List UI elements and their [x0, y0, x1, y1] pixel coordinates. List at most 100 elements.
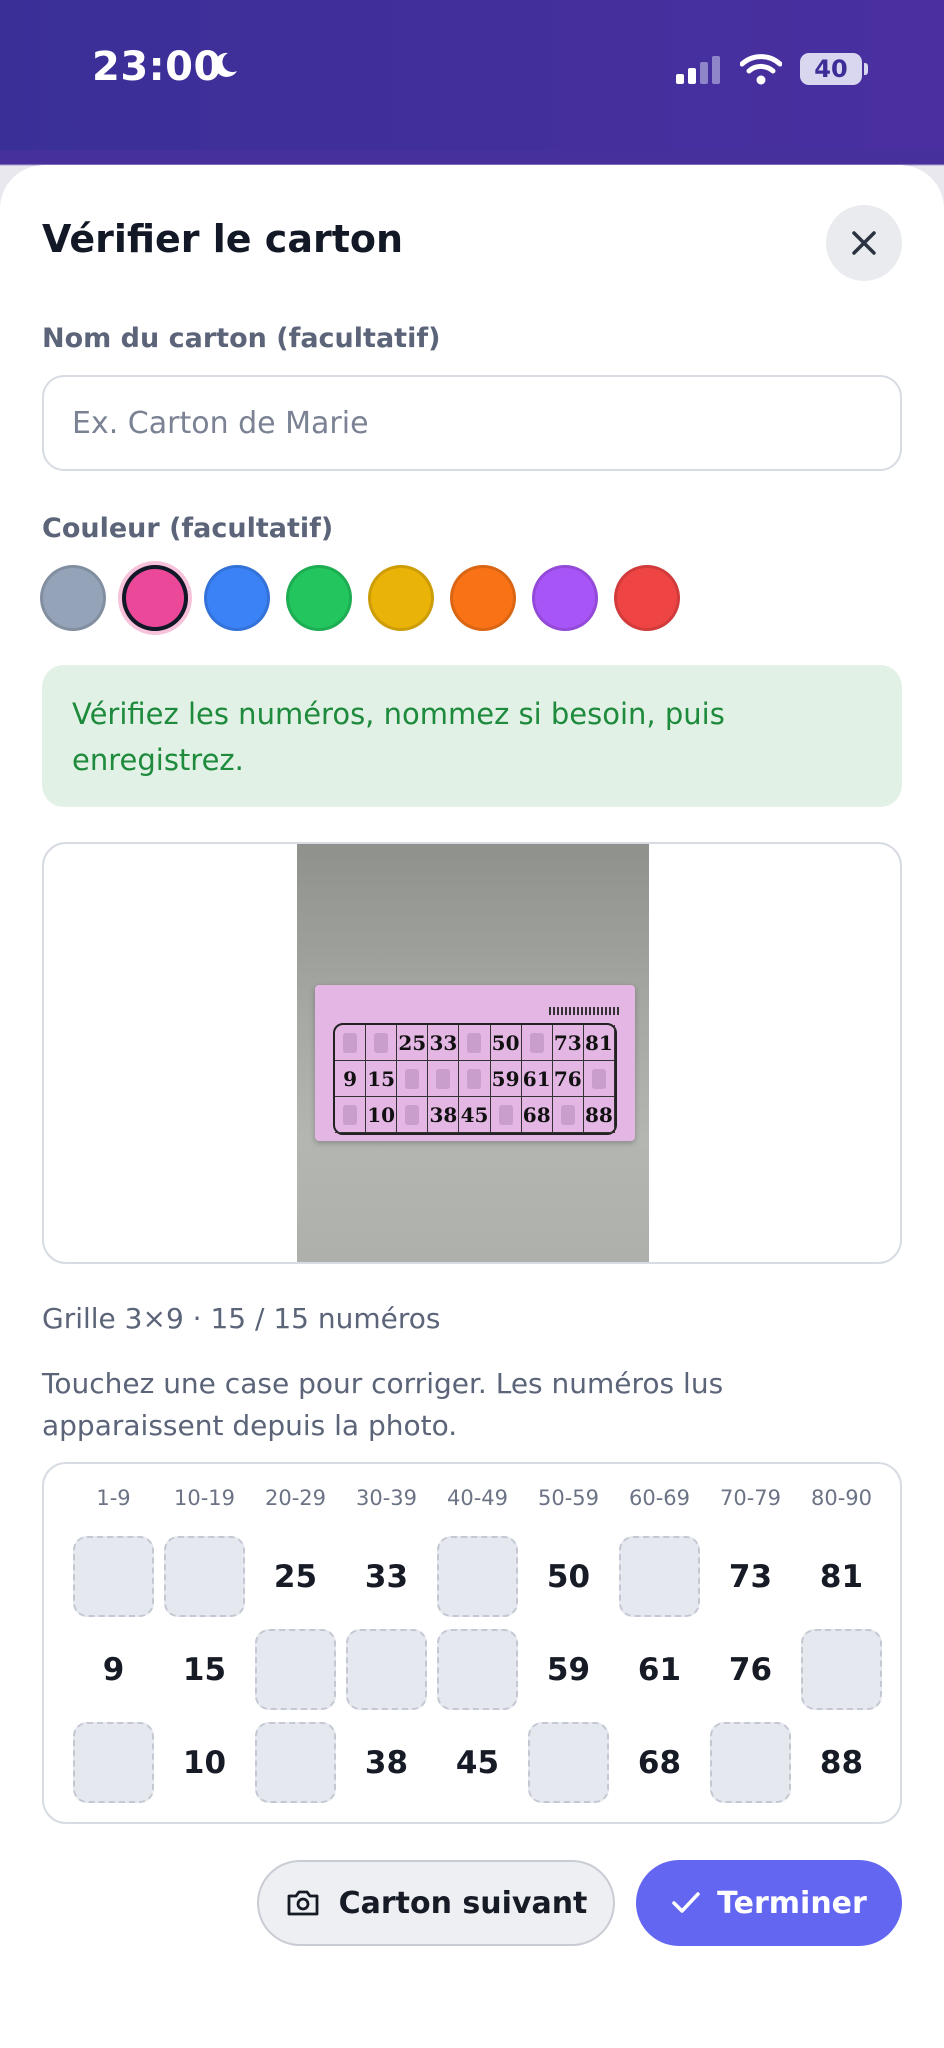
- number-cell[interactable]: 38: [341, 1716, 432, 1809]
- empty-cell[interactable]: [250, 1716, 341, 1809]
- empty-cell-placeholder: [710, 1722, 791, 1803]
- empty-cell-placeholder: [73, 1536, 154, 1617]
- close-button[interactable]: [826, 205, 902, 281]
- number-cell[interactable]: 73: [705, 1530, 796, 1623]
- empty-cell-placeholder: [528, 1722, 609, 1803]
- empty-cell[interactable]: [250, 1623, 341, 1716]
- empty-cell-placeholder: [255, 1629, 336, 1710]
- card-photo-frame: 25 33 50 73 81 9 15 59 61 76 10 38 45 68 88: [42, 842, 902, 1264]
- column-header: 1-9: [96, 1486, 131, 1510]
- photo-card-cell: [335, 1097, 367, 1133]
- photo-card-cell: [490, 1097, 522, 1133]
- photo-card-cell: 88: [583, 1097, 615, 1133]
- battery-icon: [864, 63, 868, 75]
- empty-cell-placeholder: [73, 1722, 154, 1803]
- grid-cells: 25 33 50 73 81 9 15 59 61 76 10 38 45 68 88: [68, 1530, 887, 1809]
- hint-banner: Vérifiez les numéros, nommez si besoin, …: [42, 665, 902, 807]
- photo-card-cell: [397, 1097, 429, 1133]
- next-card-label: Carton suivant: [338, 1885, 588, 1921]
- photo-card-cell: 59: [490, 1061, 522, 1097]
- color-picker: [40, 565, 680, 631]
- number-cell[interactable]: 61: [614, 1623, 705, 1716]
- empty-cell-placeholder: [801, 1629, 882, 1710]
- card-name-input[interactable]: [42, 375, 902, 471]
- photo-card-cell: [521, 1025, 553, 1061]
- empty-cell[interactable]: [341, 1623, 432, 1716]
- photo-card-cell: [583, 1061, 615, 1097]
- empty-cell-placeholder: [346, 1629, 427, 1710]
- battery-level: 40: [800, 53, 862, 85]
- number-cell[interactable]: 76: [705, 1623, 796, 1716]
- number-cell[interactable]: 50: [523, 1530, 614, 1623]
- photo-card-cell: 50: [490, 1025, 522, 1061]
- number-cell[interactable]: 81: [796, 1530, 887, 1623]
- color-swatch-5[interactable]: [450, 565, 516, 631]
- empty-cell[interactable]: [796, 1623, 887, 1716]
- grid-summary: Grille 3×9 · 15 / 15 numéros: [42, 1302, 441, 1335]
- column-header: 50-59: [537, 1486, 600, 1510]
- photo-bingo-card: 25 33 50 73 81 9 15 59 61 76 10 38 45 68 88: [315, 985, 635, 1141]
- color-swatch-4[interactable]: [368, 565, 434, 631]
- photo-card-cell: [552, 1097, 584, 1133]
- verify-card-sheet: Vérifier le carton Nom du carton (facult…: [0, 165, 944, 2048]
- sheet-title: Vérifier le carton: [42, 217, 404, 261]
- moon-icon: [210, 50, 240, 84]
- column-header: 10-19: [173, 1486, 236, 1510]
- empty-cell[interactable]: [523, 1716, 614, 1809]
- empty-cell-placeholder: [255, 1722, 336, 1803]
- number-cell[interactable]: 88: [796, 1716, 887, 1809]
- column-header: 40-49: [446, 1486, 509, 1510]
- number-cell[interactable]: 33: [341, 1530, 432, 1623]
- status-time: 23:00: [92, 44, 222, 90]
- column-header: 30-39: [355, 1486, 418, 1510]
- empty-cell[interactable]: [68, 1530, 159, 1623]
- number-cell[interactable]: 68: [614, 1716, 705, 1809]
- number-cell[interactable]: 25: [250, 1530, 341, 1623]
- empty-cell[interactable]: [68, 1716, 159, 1809]
- color-swatch-6[interactable]: [532, 565, 598, 631]
- empty-cell-placeholder: [619, 1536, 700, 1617]
- empty-cell-placeholder: [437, 1536, 518, 1617]
- number-cell[interactable]: 15: [159, 1623, 250, 1716]
- card-photo: 25 33 50 73 81 9 15 59 61 76 10 38 45 68 88: [297, 844, 649, 1262]
- photo-card-cell: [335, 1025, 367, 1061]
- empty-cell-placeholder: [164, 1536, 245, 1617]
- photo-card-cell: 25: [397, 1025, 429, 1061]
- photo-card-cell: [397, 1061, 429, 1097]
- photo-card-cell: [459, 1025, 491, 1061]
- column-header: 20-29: [264, 1486, 327, 1510]
- status-bar: 23:00 40: [0, 0, 944, 150]
- check-icon: [672, 1892, 700, 1913]
- color-label: Couleur (facultatif): [42, 513, 334, 544]
- photo-card-grid: 25 33 50 73 81 9 15 59 61 76 10 38 45 68 88: [333, 1023, 617, 1135]
- photo-card-cell: 61: [521, 1061, 553, 1097]
- close-icon: [852, 231, 876, 255]
- next-card-button[interactable]: Carton suivant: [257, 1860, 615, 1946]
- empty-cell[interactable]: [159, 1530, 250, 1623]
- color-swatch-0[interactable]: [40, 565, 106, 631]
- cellular-signal-icon: [676, 56, 724, 90]
- photo-card-cell: 10: [366, 1097, 398, 1133]
- color-swatch-7[interactable]: [614, 565, 680, 631]
- number-grid: 1-9 10-19 20-29 30-39 40-49 50-59 60-69 70-79 80…: [42, 1462, 902, 1824]
- photo-card-cell: 33: [428, 1025, 460, 1061]
- finish-button[interactable]: Terminer: [636, 1860, 902, 1946]
- empty-cell[interactable]: [432, 1530, 523, 1623]
- color-swatch-1[interactable]: [122, 565, 188, 631]
- photo-card-cell: [459, 1061, 491, 1097]
- number-cell[interactable]: 45: [432, 1716, 523, 1809]
- number-cell[interactable]: 59: [523, 1623, 614, 1716]
- empty-cell[interactable]: [705, 1716, 796, 1809]
- photo-card-cell: 15: [366, 1061, 398, 1097]
- photo-card-cell: [366, 1025, 398, 1061]
- empty-cell[interactable]: [614, 1530, 705, 1623]
- column-header: 80-90: [810, 1486, 873, 1510]
- color-swatch-2[interactable]: [204, 565, 270, 631]
- photo-card-cell: 81: [583, 1025, 615, 1061]
- empty-cell[interactable]: [432, 1623, 523, 1716]
- wifi-icon: [739, 52, 783, 90]
- color-swatch-3[interactable]: [286, 565, 352, 631]
- photo-card-cell: 45: [459, 1097, 491, 1133]
- number-cell[interactable]: 9: [68, 1623, 159, 1716]
- number-cell[interactable]: 10: [159, 1716, 250, 1809]
